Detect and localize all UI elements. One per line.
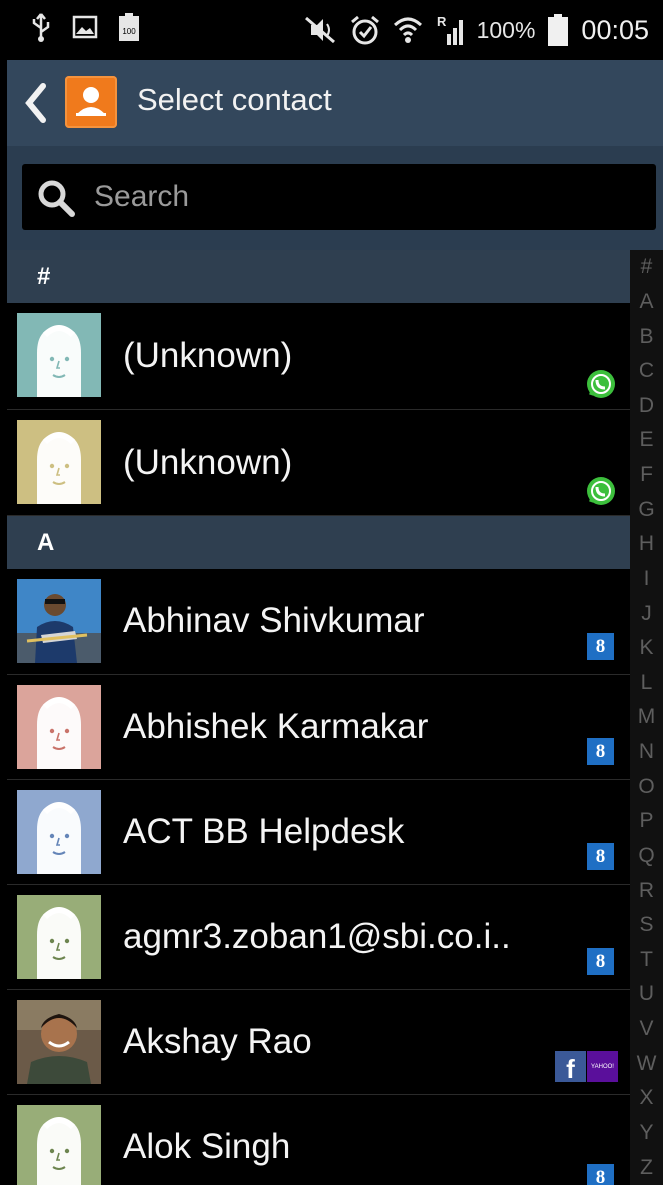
- search-box[interactable]: [22, 164, 656, 230]
- default-avatar: [17, 895, 101, 979]
- index-letter[interactable]: F: [640, 458, 653, 493]
- index-letter[interactable]: Y: [639, 1116, 653, 1151]
- contact-name: Akshay Rao: [123, 1022, 312, 1061]
- contact-row[interactable]: agmr3.zoban1@sbi.co.i.. 8: [7, 885, 630, 990]
- search-icon: [36, 178, 76, 218]
- contact-row[interactable]: Abhishek Karmakar 8: [7, 675, 630, 780]
- contact-row[interactable]: (Unknown): [7, 410, 630, 516]
- back-button[interactable]: [21, 82, 51, 124]
- default-avatar: [17, 420, 101, 504]
- signal-roaming-label: R: [437, 14, 447, 29]
- index-letter[interactable]: S: [639, 908, 653, 943]
- alarm-icon: [349, 14, 381, 46]
- action-bar: Select contact: [7, 60, 663, 146]
- gallery-icon: [72, 15, 98, 39]
- search-input[interactable]: [94, 172, 634, 222]
- contact-name: Abhishek Karmakar: [123, 707, 429, 746]
- index-letter[interactable]: N: [639, 735, 654, 770]
- google-account-icon: 8: [587, 843, 614, 870]
- index-letter[interactable]: H: [639, 527, 654, 562]
- section-header: #: [7, 250, 630, 303]
- index-letter[interactable]: B: [639, 319, 653, 354]
- battery-small-icon: 100: [118, 12, 140, 42]
- battery-percent: 100%: [476, 16, 536, 43]
- index-letter[interactable]: P: [639, 804, 653, 839]
- contact-row[interactable]: (Unknown): [7, 303, 630, 410]
- yahoo-account-icon: YAHOO!: [587, 1051, 618, 1082]
- index-letter[interactable]: A: [639, 285, 653, 320]
- contact-name: Abhinav Shivkumar: [123, 601, 425, 640]
- contact-row[interactable]: Akshay Rao f YAHOO!: [7, 990, 630, 1095]
- contact-name: Alok Singh: [123, 1127, 291, 1166]
- default-avatar: [17, 685, 101, 769]
- facebook-account-icon: f: [555, 1051, 586, 1082]
- whatsapp-icon: [586, 476, 616, 506]
- section-header: A: [7, 516, 630, 569]
- contact-row[interactable]: Abhinav Shivkumar 8: [7, 569, 630, 675]
- battery-icon: [547, 13, 569, 47]
- index-letter[interactable]: R: [639, 873, 654, 908]
- contact-photo: [17, 1000, 101, 1084]
- contact-name: agmr3.zoban1@sbi.co.i..: [123, 917, 511, 956]
- index-letter[interactable]: Q: [638, 839, 654, 874]
- contact-row[interactable]: ACT BB Helpdesk 8: [7, 780, 630, 885]
- contacts-app-icon[interactable]: [65, 76, 117, 128]
- index-letter[interactable]: #: [641, 250, 653, 285]
- contact-row[interactable]: Alok Singh 8: [7, 1095, 630, 1185]
- default-avatar: [17, 1105, 101, 1185]
- chevron-left-icon: [25, 83, 46, 123]
- index-letter[interactable]: J: [641, 596, 652, 631]
- page-title: Select contact: [137, 82, 332, 117]
- index-letter[interactable]: L: [641, 666, 653, 701]
- index-letter[interactable]: X: [639, 1081, 653, 1116]
- index-letter[interactable]: M: [638, 700, 656, 735]
- contact-name: (Unknown): [123, 336, 293, 375]
- index-letter[interactable]: W: [637, 1046, 657, 1081]
- index-letter[interactable]: T: [640, 943, 653, 978]
- alphabet-index-bar[interactable]: # A B C D E F G H I J K L M N O P Q R S T U V W X Y Z: [630, 250, 663, 1185]
- clock: 00:05: [581, 14, 649, 45]
- index-letter[interactable]: G: [638, 492, 654, 527]
- signal-icon: R: [435, 14, 465, 46]
- index-letter[interactable]: C: [639, 354, 654, 389]
- usb-icon: [30, 12, 52, 42]
- contact-list: # (Unknown) (Unknown) A Abhinav Shivkuma…: [7, 250, 630, 1185]
- mute-icon: [303, 15, 337, 45]
- index-letter[interactable]: I: [644, 562, 650, 597]
- google-account-icon: 8: [587, 1164, 614, 1185]
- index-letter[interactable]: O: [638, 769, 654, 804]
- battery-small-label: 100: [122, 27, 136, 36]
- google-account-icon: 8: [587, 633, 614, 660]
- wifi-icon: [393, 15, 423, 45]
- whatsapp-icon: [586, 369, 616, 399]
- default-avatar: [17, 313, 101, 397]
- default-avatar: [17, 790, 101, 874]
- status-bar: 100 R 100% 00:05: [0, 0, 663, 60]
- index-letter[interactable]: U: [639, 977, 654, 1012]
- search-area: [7, 146, 663, 250]
- contact-name: ACT BB Helpdesk: [123, 812, 405, 851]
- google-account-icon: 8: [587, 948, 614, 975]
- index-letter[interactable]: D: [639, 389, 654, 424]
- index-letter[interactable]: E: [639, 423, 653, 458]
- index-letter[interactable]: K: [639, 631, 653, 666]
- google-account-icon: 8: [587, 738, 614, 765]
- contact-name: (Unknown): [123, 443, 293, 482]
- index-letter[interactable]: V: [639, 1012, 653, 1047]
- contact-photo: [17, 579, 101, 663]
- index-letter[interactable]: Z: [640, 1150, 653, 1185]
